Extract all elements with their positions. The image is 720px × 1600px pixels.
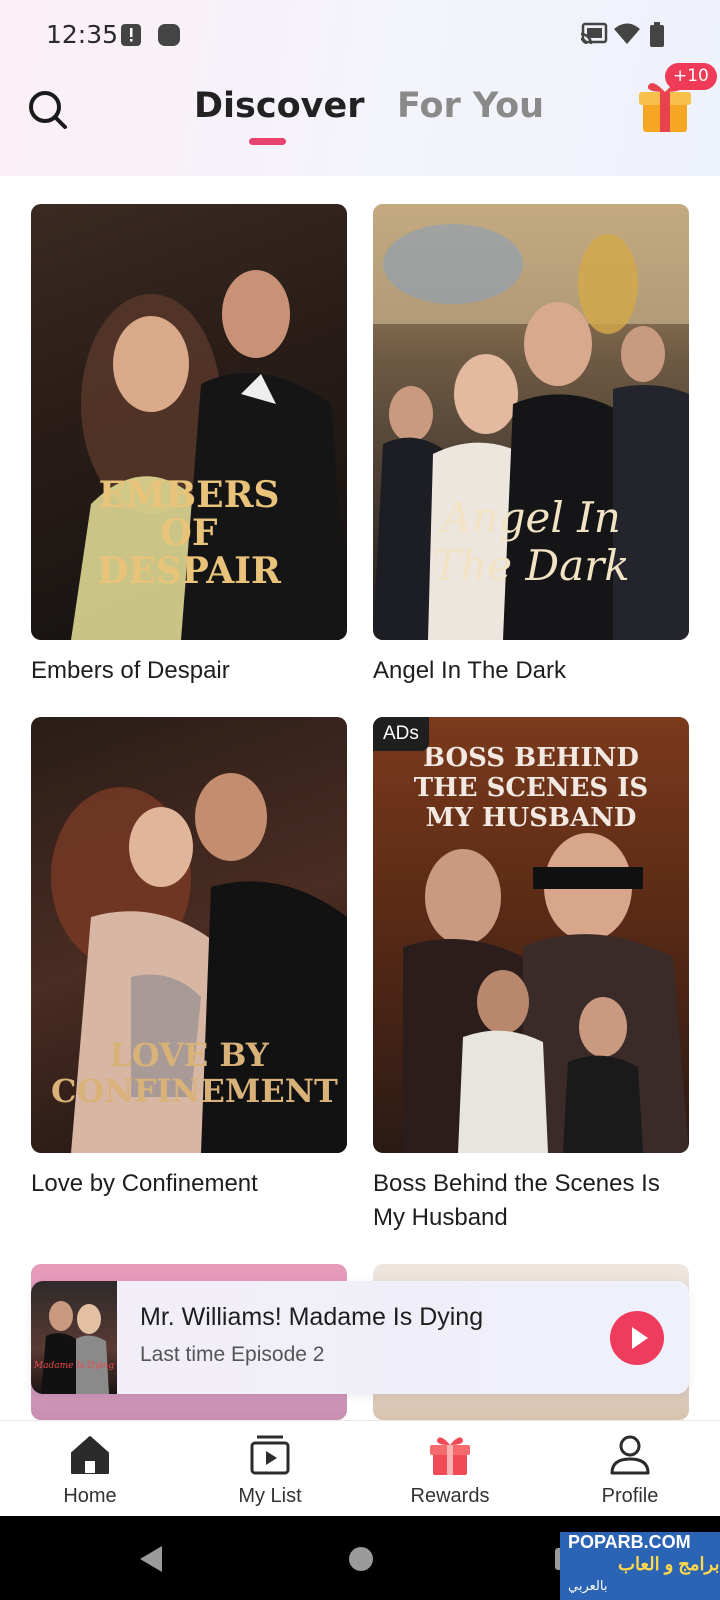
nav-my-list[interactable]: My List [180,1421,360,1517]
bottom-navigation: Home My List Rewards Profile [0,1420,720,1516]
status-time: 12:35 [46,20,119,49]
tab-for-you[interactable]: For You [397,86,544,126]
nav-home[interactable]: Home [0,1421,180,1517]
tab-discover[interactable]: Discover [194,86,365,126]
top-navigation: Discover For You +10 [0,63,720,176]
alert-notification-icon [121,24,141,46]
drama-title[interactable]: Boss Behind the Scenes Is My Husband [373,1167,689,1235]
drama-card[interactable]: LOVE BY CONFINEMENT Love by Confinement [31,717,347,1201]
drama-poster[interactable]: BOSS BEHIND THE SCENES IS MY HUSBAND ADs [373,717,689,1153]
nav-label: Rewards [410,1485,490,1507]
active-tab-indicator [249,138,286,145]
mini-player-title: Mr. Williams! Madame Is Dying [140,1303,484,1331]
continue-watching-bar[interactable]: Madame Is Dying Mr. Williams! Madame Is … [31,1281,689,1394]
home-icon [71,1436,109,1474]
drama-poster[interactable]: Angel In The Dark [373,204,689,640]
mini-player-thumbnail[interactable]: Madame Is Dying [31,1281,117,1394]
cast-icon [580,22,608,45]
poster-title-text: LOVE BY CONFINEMENT [51,1036,338,1110]
home-button-icon[interactable] [347,1545,375,1573]
wifi-icon [614,23,640,44]
drama-card[interactable]: EMBERS OF DESPAIR Embers of Despair [31,204,347,688]
drama-card[interactable]: BOSS BEHIND THE SCENES IS MY HUSBAND ADs… [373,717,689,1235]
thumbnail-artwork [41,1301,109,1394]
thumbnail-title-text: Madame Is Dying [33,1361,115,1371]
nav-label: Profile [601,1485,659,1507]
drama-poster[interactable]: EMBERS OF DESPAIR [31,204,347,640]
drama-title[interactable]: Love by Confinement [31,1167,347,1201]
nav-profile[interactable]: Profile [540,1421,720,1517]
watermark-tagline: برامج و العاب [618,1554,720,1574]
person-icon [610,1435,650,1475]
watermark-tagline-small: بالعربي [568,1578,608,1593]
battery-icon [650,22,664,47]
gift-icon [430,1437,470,1475]
mini-player-subtitle: Last time Episode 2 [140,1343,325,1366]
poster-title-text: EMBERS OF DESPAIR [97,474,281,592]
nav-label: Home [63,1485,117,1507]
ads-badge: ADs [373,717,429,751]
playlist-icon [250,1435,290,1475]
drama-poster[interactable]: LOVE BY CONFINEMENT [31,717,347,1153]
app-notification-icon [158,24,180,46]
status-bar: 12:35 [0,0,720,72]
drama-card[interactable]: Angel In The Dark Angel In The Dark [373,204,689,688]
watermark-logo: POPARB.COM برامج و العاب بالعربي [560,1532,720,1600]
drama-title[interactable]: Embers of Despair [31,654,347,688]
nav-rewards[interactable]: Rewards [360,1421,540,1517]
search-icon[interactable] [26,88,70,132]
play-button[interactable] [610,1311,664,1365]
poster-title-text: BOSS BEHIND THE SCENES IS MY HUSBAND [413,743,649,833]
play-icon [632,1327,648,1349]
watermark-site: POPARB.COM [568,1532,691,1552]
drama-title[interactable]: Angel In The Dark [373,654,689,688]
poster-title-text: Angel In The Dark [432,493,630,590]
nav-label: My List [238,1485,302,1507]
reward-badge: +10 [665,63,717,90]
back-icon[interactable] [136,1544,166,1574]
